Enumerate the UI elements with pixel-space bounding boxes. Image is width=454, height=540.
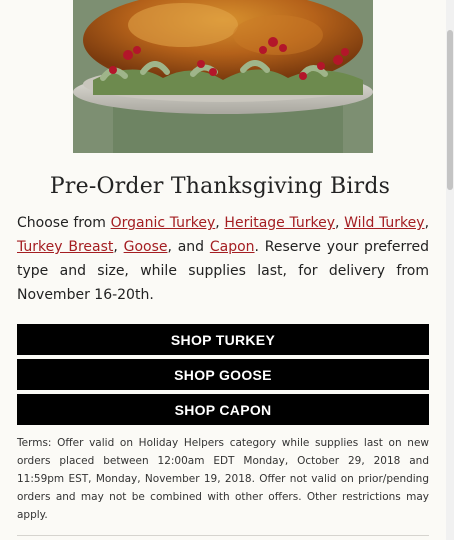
separator: , and: [167, 239, 210, 255]
page-title: Pre-Order Thanksgiving Birds: [49, 174, 391, 199]
link-heritage-turkey[interactable]: Heritage Turkey: [224, 215, 335, 231]
separator: ,: [113, 239, 124, 255]
scrollbar-thumb[interactable]: [447, 30, 453, 190]
link-capon[interactable]: Capon: [210, 239, 255, 255]
scrollbar[interactable]: [446, 0, 454, 540]
separator: ,: [335, 215, 345, 231]
terms-text: Terms: Offer valid on Holiday Helpers ca…: [17, 437, 429, 521]
link-goose[interactable]: Goose: [124, 239, 168, 255]
shop-goose-button[interactable]: SHOP GOOSE: [17, 359, 429, 390]
description-prefix: Choose from: [17, 215, 111, 231]
divider: [17, 535, 429, 536]
link-turkey-breast[interactable]: Turkey Breast: [17, 239, 113, 255]
separator: ,: [424, 215, 430, 231]
description-text: Choose from Organic Turkey, Heritage Tur…: [17, 211, 429, 307]
link-organic-turkey[interactable]: Organic Turkey: [111, 215, 216, 231]
shop-turkey-button[interactable]: SHOP TURKEY: [17, 324, 429, 355]
hero-image: [73, 0, 373, 153]
shop-capon-button[interactable]: SHOP CAPON: [17, 394, 429, 425]
link-wild-turkey[interactable]: Wild Turkey: [344, 215, 424, 231]
